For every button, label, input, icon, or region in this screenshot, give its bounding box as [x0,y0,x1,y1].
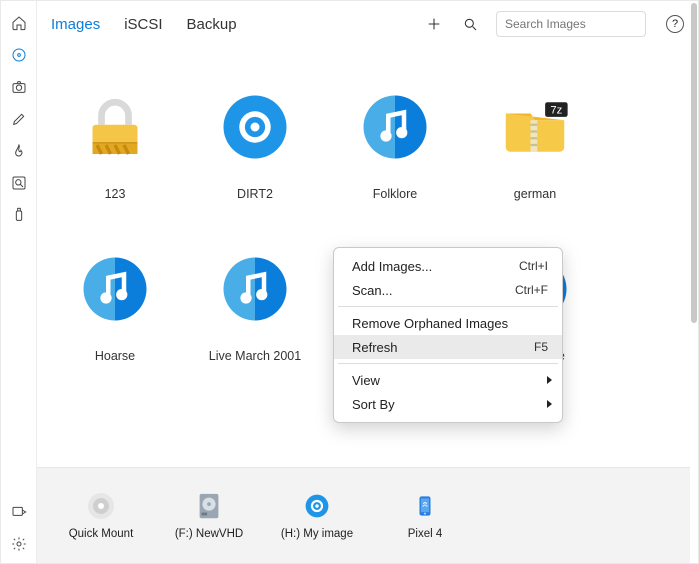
menu-sort-by[interactable]: Sort By [334,392,562,416]
archive-folder-icon: 7z [495,87,575,167]
menu-remove-orphaned[interactable]: Remove Orphaned Images [334,311,562,335]
tab-images[interactable]: Images [51,16,100,33]
tray-item-pixel4[interactable]: Pixel 4 [385,490,465,542]
help-icon[interactable]: ? [666,15,684,33]
phone-icon [409,490,441,522]
search-icon[interactable] [460,14,480,34]
image-item[interactable]: DIRT2 [185,87,325,201]
image-item-label: Live March 2001 [209,349,301,363]
image-item-label: Hoarse [95,349,135,363]
menu-scan[interactable]: Scan... Ctrl+F [334,278,562,302]
menu-item-label: Sort By [352,397,548,412]
music-disc-icon [215,249,295,329]
tray-item-label: (H:) My image [281,528,353,542]
search-sidebar-icon[interactable] [6,170,32,196]
menu-item-shortcut: Ctrl+F [515,283,548,297]
tray-item-label: Quick Mount [69,528,134,542]
menu-item-label: Add Images... [352,259,519,274]
disc-icon[interactable] [6,42,32,68]
header: Images iSCSI Backup ? [37,1,698,47]
image-item[interactable]: 7z german [465,87,605,201]
usb-icon[interactable] [6,202,32,228]
tray-item-label: (F:) NewVHD [175,528,243,542]
home-icon[interactable] [6,10,32,36]
context-menu: Add Images... Ctrl+I Scan... Ctrl+F Remo… [333,247,563,423]
menu-item-label: Remove Orphaned Images [352,316,548,331]
music-disc-icon [75,249,155,329]
menu-separator [338,363,558,364]
image-item[interactable]: 123 [45,87,185,201]
device-tray: Quick Mount (F:) NewVHD (H:) My image Pi… [37,467,690,563]
menu-item-shortcut: F5 [534,340,548,354]
image-item-label: Folklore [373,187,417,201]
header-tabs: Images iSCSI Backup [51,16,237,33]
hdd-icon [193,490,225,522]
tray-item-vhd[interactable]: (F:) NewVHD [169,490,249,542]
settings-icon[interactable] [6,531,32,557]
tray-item-myimage[interactable]: (H:) My image [277,490,357,542]
add-icon[interactable] [424,14,444,34]
camera-icon[interactable] [6,74,32,100]
search-input[interactable] [496,11,646,37]
menu-view[interactable]: View [334,368,562,392]
menu-separator [338,306,558,307]
tray-item-quickmount[interactable]: Quick Mount [61,490,141,542]
svg-text:7z: 7z [550,105,562,117]
menu-item-label: Refresh [352,340,534,355]
menu-item-label: Scan... [352,283,515,298]
scrollbar[interactable] [691,3,697,323]
edit-icon[interactable] [6,106,32,132]
disc-image-icon [215,87,295,167]
sidebar [1,1,37,563]
mount-tool-icon[interactable] [6,499,32,525]
image-item[interactable]: Live March 2001 [185,249,325,363]
image-item-label: 123 [105,187,126,201]
burn-icon[interactable] [6,138,32,164]
menu-refresh[interactable]: Refresh F5 [334,335,562,359]
tab-backup[interactable]: Backup [187,16,237,33]
disc-small-icon [301,490,333,522]
image-item[interactable]: Hoarse [45,249,185,363]
menu-item-label: View [352,373,548,388]
lock-icon [75,87,155,167]
image-item-label: german [514,187,556,201]
menu-add-images[interactable]: Add Images... Ctrl+I [334,254,562,278]
tray-item-label: Pixel 4 [408,528,443,542]
menu-item-shortcut: Ctrl+I [519,259,548,273]
quickmount-icon [85,490,117,522]
tab-iscsi[interactable]: iSCSI [124,16,162,33]
music-disc-icon [355,87,435,167]
image-item-label: DIRT2 [237,187,273,201]
image-item[interactable]: Folklore [325,87,465,201]
